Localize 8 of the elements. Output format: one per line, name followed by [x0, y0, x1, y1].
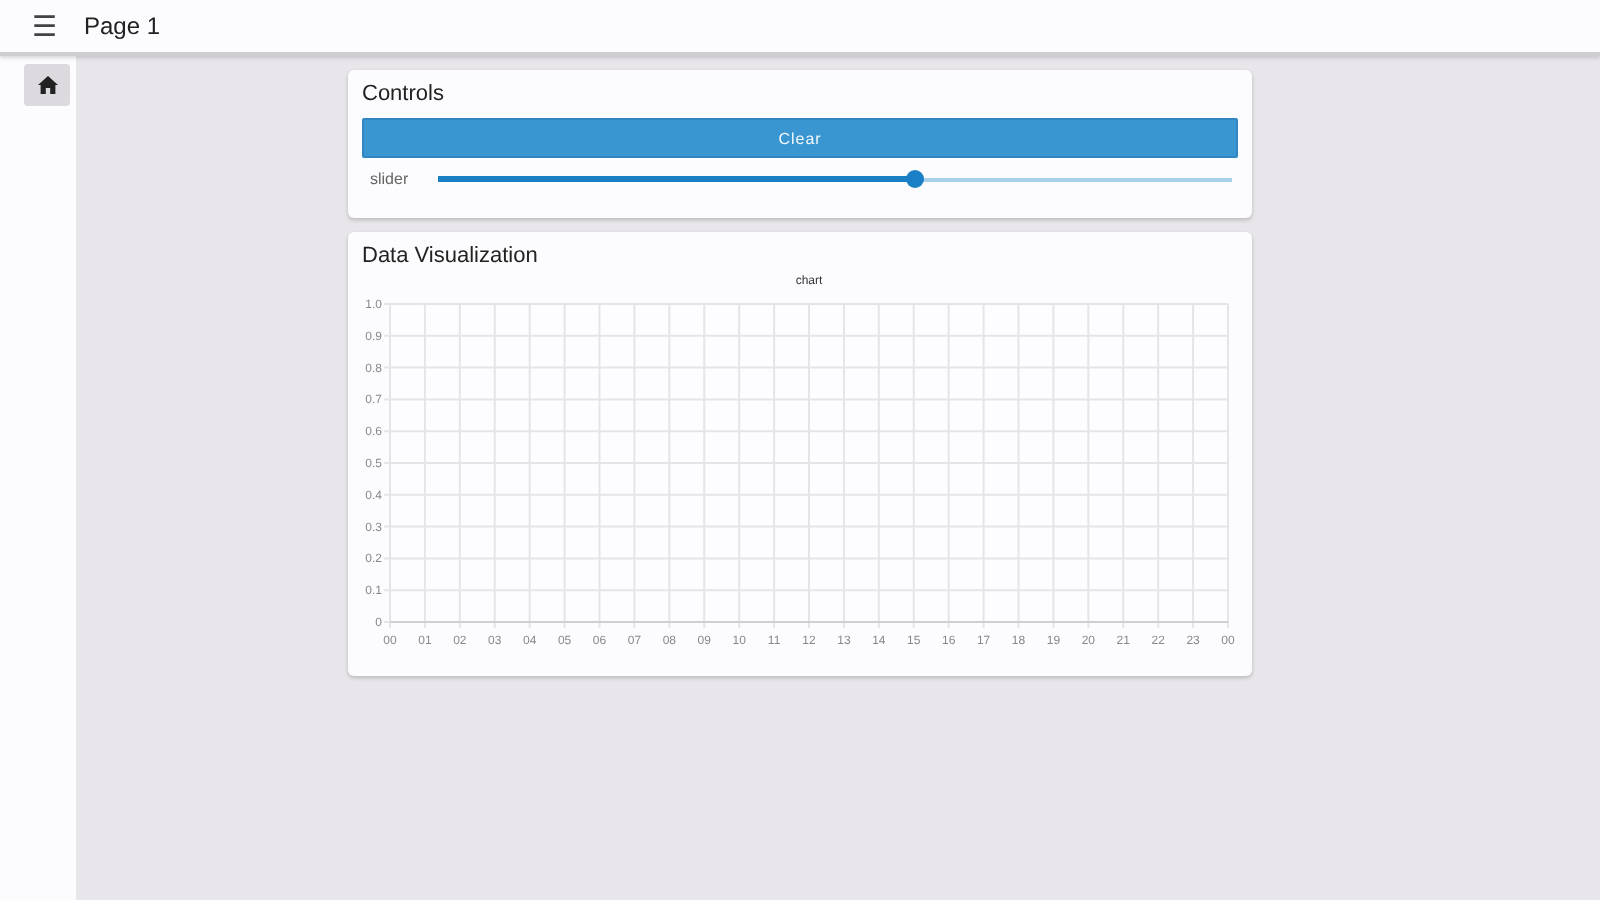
- card-title: Data Visualization: [362, 244, 540, 268]
- home-nav-item[interactable]: [24, 64, 70, 106]
- page-title: Page 1: [84, 12, 161, 40]
- slider-label: slider: [370, 170, 411, 188]
- home-icon: [37, 76, 57, 94]
- menu-icon[interactable]: ☰: [32, 12, 64, 40]
- card-title: Controls: [362, 82, 446, 106]
- slider-thumb[interactable]: [905, 169, 924, 187]
